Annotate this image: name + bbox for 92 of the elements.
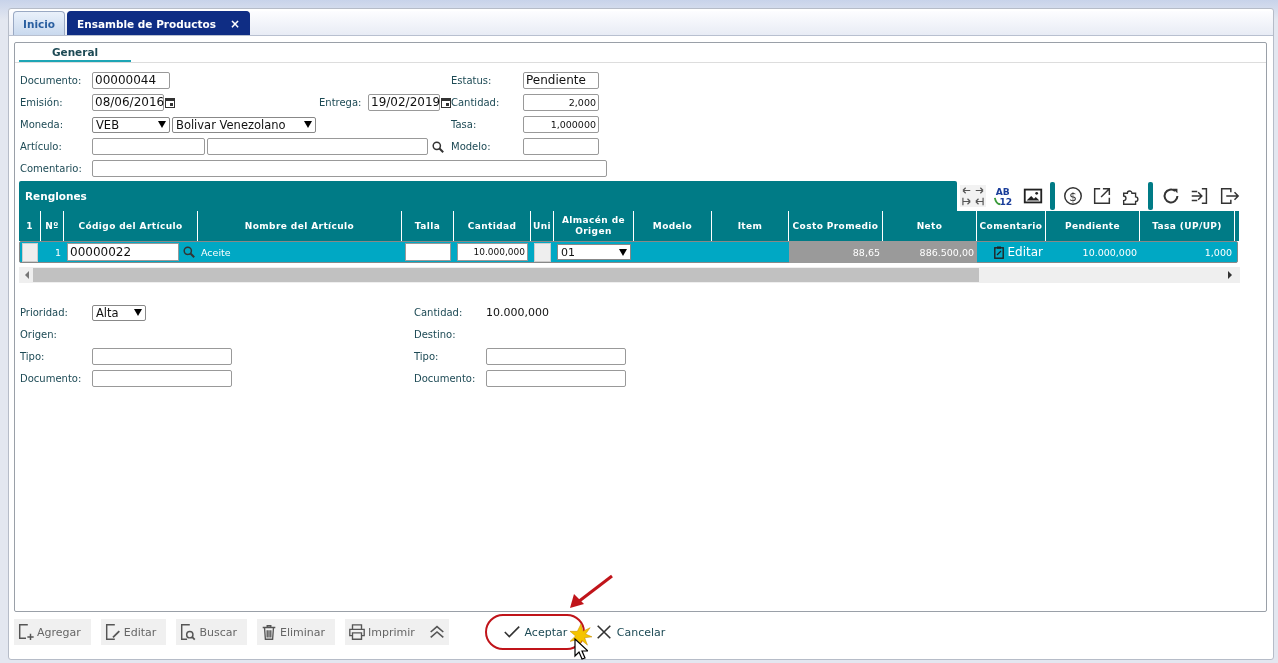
add-page-icon	[17, 623, 35, 641]
field-label: Cantidad:	[414, 307, 464, 318]
field-label: Destino:	[414, 329, 457, 340]
column-header[interactable]: Pendiente	[1046, 211, 1140, 241]
toolbar-button[interactable]: Agregar	[14, 619, 91, 645]
close-icon	[594, 623, 613, 641]
toolbar-button[interactable]: Buscar	[176, 619, 247, 645]
model-field[interactable]	[523, 138, 599, 155]
column-header[interactable]: Nº	[41, 211, 64, 241]
currency-code-select[interactable]: VEB	[92, 116, 170, 133]
field-label: Documento:	[414, 373, 477, 384]
edit-link[interactable]: Editar	[1007, 245, 1043, 259]
clipboard-icon[interactable]	[994, 245, 1005, 259]
column-header[interactable]: Talla	[402, 211, 454, 241]
text-field[interactable]	[486, 370, 626, 387]
column-header[interactable]: Costo Promedio	[789, 211, 883, 241]
toolbar-divider	[1050, 182, 1056, 210]
collapse-button[interactable]	[424, 619, 449, 645]
field-label: Emisión:	[20, 97, 64, 108]
toolbar-button[interactable]: Editar	[100, 619, 167, 645]
tab[interactable]: Inicio	[13, 11, 66, 35]
field-label: Comentario:	[20, 163, 83, 174]
grid-title: Renglones	[25, 190, 87, 202]
field-label: Documento:	[20, 373, 83, 384]
field-label: Entrega:	[319, 97, 363, 108]
field-label: Estatus:	[451, 75, 493, 86]
tab[interactable]: General	[19, 43, 131, 62]
column-header[interactable]: Almacén de Origen	[554, 211, 634, 241]
click-burst-icon	[570, 624, 592, 646]
field-label: Tipo:	[414, 351, 440, 362]
search-icon[interactable]	[432, 140, 444, 153]
table-cell-text: 1,000	[1203, 245, 1233, 260]
column-header[interactable]: Modelo	[634, 211, 712, 241]
column-header[interactable]: Neto	[883, 211, 977, 241]
date-field[interactable]: 19/02/2019	[368, 94, 440, 111]
field-label: Cantidad:	[451, 97, 501, 108]
column-header[interactable]: Nombre del Artículo	[198, 211, 402, 241]
toolbar-button[interactable]: Imprimir	[345, 619, 425, 645]
annotation-arrow	[568, 574, 614, 610]
printer-icon	[348, 623, 367, 641]
table-input-field[interactable]	[405, 243, 451, 261]
field-label: Artículo:	[20, 141, 63, 152]
field-label: Prioridad:	[20, 307, 69, 318]
article-code-field[interactable]	[92, 138, 205, 155]
table-cell-text: 1	[53, 245, 62, 260]
column-header[interactable]: Tasa (UP/UP)	[1140, 211, 1235, 241]
column-header[interactable]	[1235, 211, 1240, 241]
column-header[interactable]: Item	[712, 211, 789, 241]
toolbar-button[interactable]: Eliminar	[256, 619, 336, 645]
quantity-field[interactable]: 2,000	[523, 94, 599, 111]
edit-page-icon	[103, 623, 122, 641]
table-cell-text: Aceite	[200, 245, 232, 260]
search-page-icon	[179, 623, 198, 641]
comment-field[interactable]	[92, 160, 607, 177]
close-icon[interactable]: ×	[229, 16, 240, 31]
column-header[interactable]: Comentario	[977, 211, 1046, 241]
status-field[interactable]: Pendiente	[523, 72, 599, 89]
table-input-field[interactable]: 10.000,000	[457, 243, 528, 261]
column-header[interactable]: 1	[19, 211, 41, 241]
currency-name-select[interactable]: Bolivar Venezolano	[172, 116, 316, 133]
table-cell: 886.500,00	[883, 241, 977, 263]
calendar-icon[interactable]	[441, 97, 451, 108]
double-chevron-up-icon	[427, 623, 446, 641]
field-label: Moneda:	[20, 119, 65, 130]
expand-collapse-icon[interactable]	[960, 185, 987, 207]
rate-field[interactable]: 1,000000	[523, 116, 599, 133]
calendar-icon[interactable]	[165, 97, 175, 108]
field-label: Tasa:	[451, 119, 478, 130]
field-label: Documento:	[20, 75, 83, 86]
field-label: Modelo:	[451, 141, 492, 152]
text-field[interactable]	[486, 348, 626, 365]
tab[interactable]: Ensamble de Productos ×	[67, 11, 250, 35]
table-cell: 88,65	[789, 241, 883, 263]
column-header[interactable]: Código del Artículo	[64, 211, 198, 241]
field-label: Tipo:	[20, 351, 46, 362]
column-header[interactable]: Cantidad	[454, 211, 531, 241]
article-name-field[interactable]	[207, 138, 428, 155]
toolbar-divider	[1148, 182, 1153, 210]
priority-select[interactable]: Alta	[92, 304, 146, 321]
horizontal-scrollbar[interactable]	[19, 267, 1240, 283]
text-field[interactable]	[92, 348, 232, 365]
dollar-icon[interactable]: $	[1062, 185, 1085, 207]
article-code-field[interactable]: 00000022	[67, 243, 179, 261]
exit-icon[interactable]	[1218, 185, 1240, 207]
warehouse-select[interactable]: 01	[557, 244, 631, 260]
column-header[interactable]: Uni	[531, 211, 554, 241]
text-field[interactable]	[92, 370, 232, 387]
document-field[interactable]: 00000044	[92, 72, 170, 89]
field-label: Origen:	[20, 329, 58, 340]
quantity-value: 10.000,000	[486, 306, 549, 319]
table-cell-text: 10.000,000	[1081, 245, 1138, 260]
date-field[interactable]: 08/06/2016	[92, 94, 164, 111]
